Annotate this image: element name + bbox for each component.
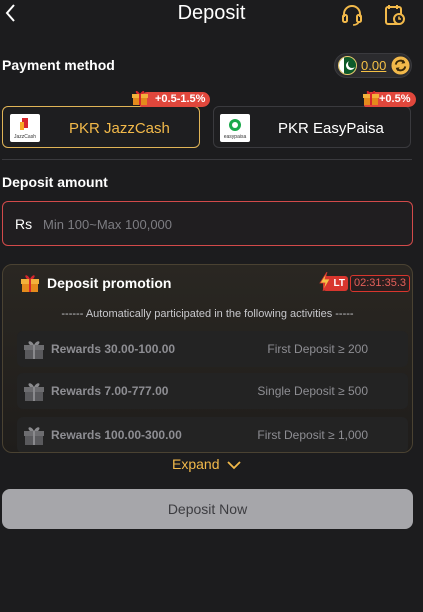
lightning-icon: [319, 272, 331, 291]
expand-button[interactable]: Expand: [172, 456, 219, 472]
chevron-down-icon[interactable]: [227, 459, 241, 471]
gift-icon: [132, 90, 148, 105]
gift-icon: [24, 427, 44, 445]
reward-condition: First Deposit ≥ 1,000: [257, 428, 368, 442]
jazzcash-logo: JazzCash: [10, 114, 40, 142]
reward-label: Rewards 100.00-300.00: [51, 428, 182, 442]
amount-input[interactable]: [43, 213, 403, 235]
deposit-amount-label: Deposit amount: [2, 174, 108, 190]
payment-method-easypaisa[interactable]: easypaisa PKR EasyPaisa +0.5%: [213, 90, 416, 148]
gift-icon: [21, 275, 39, 292]
reward-condition: Single Deposit ≥ 500: [257, 384, 368, 398]
bonus-badge: +0.5-1.5%: [140, 92, 211, 107]
payment-method-name: PKR JazzCash: [69, 120, 170, 137]
reward-row: Rewards 100.00-300.00 First Deposit ≥ 1,…: [17, 417, 408, 452]
balance-value: 0.00: [361, 58, 387, 73]
reward-row: Rewards 30.00-100.00 First Deposit ≥ 200: [17, 331, 408, 367]
payment-method-label: Payment method: [2, 57, 115, 73]
gift-icon: [24, 383, 44, 401]
gift-icon: [363, 90, 379, 105]
headset-icon[interactable]: [340, 3, 364, 27]
amount-field[interactable]: Rs: [2, 201, 413, 246]
calendar-clock-icon[interactable]: [383, 3, 407, 27]
refresh-icon[interactable]: [391, 56, 410, 75]
svg-text:easypaisa: easypaisa: [224, 134, 247, 140]
svg-text:JazzCash: JazzCash: [14, 134, 36, 140]
gift-icon: [24, 341, 44, 359]
promotion-subtitle: ------ Automatically participated in the…: [61, 308, 354, 320]
reward-row: Rewards 7.00-777.00 Single Deposit ≥ 500: [17, 373, 408, 409]
pakistan-flag-icon: [338, 56, 357, 75]
payment-method-jazzcash[interactable]: JazzCash PKR JazzCash +0.5-1.5%: [2, 90, 211, 148]
countdown-value: 02:31:35.3: [350, 275, 410, 292]
payment-method-name: PKR EasyPaisa: [278, 120, 384, 137]
deposit-promotion-card: Deposit promotion LT 02:31:35.3 ------ A…: [2, 264, 413, 453]
divider: [2, 159, 412, 160]
balance-pill: 0.00: [334, 53, 412, 78]
promotion-title: Deposit promotion: [47, 275, 172, 291]
header: Deposit: [0, 0, 423, 34]
reward-condition: First Deposit ≥ 200: [267, 342, 368, 356]
easypaisa-logo: easypaisa: [220, 114, 250, 142]
reward-label: Rewards 30.00-100.00: [51, 342, 176, 356]
reward-label: Rewards 7.00-777.00: [51, 384, 169, 398]
currency-label: Rs: [15, 216, 33, 232]
deposit-now-button[interactable]: Deposit Now: [2, 489, 413, 529]
